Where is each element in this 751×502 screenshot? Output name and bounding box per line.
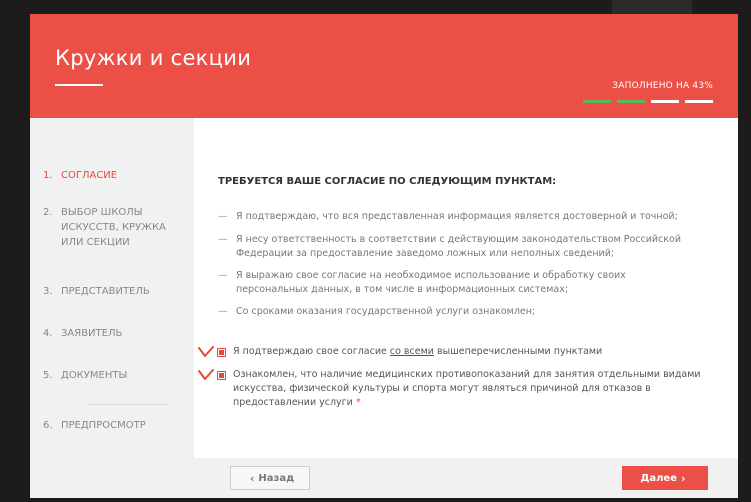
next-button-label: Далее	[640, 472, 677, 484]
step-label: ПРЕДПРОСМОТР	[61, 420, 146, 431]
step-number: 4.	[43, 328, 53, 339]
step-number: 1.	[43, 170, 53, 181]
sidebar-item-preview[interactable]: 6. ПРЕДПРОСМОТР	[43, 418, 179, 433]
consent-bullet: — Я подтверждаю, что вся представленная …	[218, 210, 696, 224]
consent-heading: ТРЕБУЕТСЯ ВАШЕ СОГЛАСИЕ ПО СЛЕДУЮЩИМ ПУН…	[218, 176, 557, 187]
step-label: ВЫБОР ШКОЛЫ ИСКУССТВ, КРУЖКА ИЛИ СЕКЦИИ	[61, 207, 166, 248]
step-label: ЗАЯВИТЕЛЬ	[61, 328, 123, 339]
consent-all-row: Я подтверждаю свое согласие со всеми выш…	[198, 345, 725, 359]
consent-bullet: — Я несу ответственность в соответствии …	[218, 233, 696, 261]
sidebar-item-school-selection[interactable]: 2. ВЫБОР ШКОЛЫ ИСКУССТВ, КРУЖКА ИЛИ СЕКЦ…	[43, 205, 179, 250]
red-checkmark-icon	[198, 346, 214, 357]
consent-all-checkbox[interactable]	[217, 348, 226, 357]
window-top-tab	[612, 0, 692, 14]
bullet-text: Я несу ответственность в соответствии с …	[236, 234, 682, 259]
progress-label: ЗАПОЛНЕНО НА 43%	[612, 81, 713, 91]
title-underline	[55, 84, 103, 86]
medical-consent-row: Ознакомлен, что наличие медицинских прот…	[198, 368, 725, 410]
step-label: СОГЛАСИЕ	[61, 170, 118, 181]
progress-segment	[651, 100, 679, 103]
checkbox-checked-icon	[219, 373, 224, 378]
step-number: 2.	[43, 207, 53, 218]
progress-bar	[583, 100, 713, 103]
next-button[interactable]: Далее ›	[622, 466, 708, 490]
checkbox-checked-icon	[219, 350, 224, 355]
required-asterisk: *	[355, 397, 361, 408]
bullet-text: Я подтверждаю, что вся представленная ин…	[236, 211, 678, 222]
dash-icon: —	[218, 211, 228, 222]
sidebar-item-consent[interactable]: 1. СОГЛАСИЕ	[43, 168, 179, 183]
back-button-label: Назад	[258, 472, 295, 484]
red-checkmark-icon	[198, 369, 214, 380]
progress-segment	[583, 100, 611, 103]
consent-all-suffix: вышеперечисленными пунктами	[433, 346, 603, 357]
step-label: ПРЕДСТАВИТЕЛЬ	[61, 286, 150, 297]
dash-icon: —	[218, 306, 228, 317]
form-footer: ‹ Назад Далее ›	[194, 458, 738, 498]
medical-consent-label: Ознакомлен, что наличие медицинских прот…	[233, 368, 725, 410]
progress-segment	[617, 100, 645, 103]
chevron-left-icon: ‹	[249, 471, 255, 485]
step-label: ДОКУМЕНТЫ	[61, 370, 128, 381]
step-number: 6.	[43, 420, 53, 431]
dash-icon: —	[218, 234, 228, 245]
step-number: 3.	[43, 286, 53, 297]
sidebar-divider	[88, 404, 168, 405]
medical-consent-text: Ознакомлен, что наличие медицинских прот…	[233, 369, 701, 408]
bullet-text: Со сроками оказания государственной услу…	[236, 306, 536, 317]
sidebar-item-representative[interactable]: 3. ПРЕДСТАВИТЕЛЬ	[43, 284, 179, 299]
steps-sidebar: 1. СОГЛАСИЕ 2. ВЫБОР ШКОЛЫ ИСКУССТВ, КРУ…	[30, 118, 194, 498]
consent-all-label: Я подтверждаю свое согласие со всеми выш…	[233, 345, 725, 359]
application-window: Кружки и секции ЗАПОЛНЕНО НА 43% 1. СОГЛ…	[30, 14, 738, 498]
dash-icon: —	[218, 270, 228, 281]
sidebar-item-applicant[interactable]: 4. ЗАЯВИТЕЛЬ	[43, 326, 179, 341]
consent-panel: ТРЕБУЕТСЯ ВАШЕ СОГЛАСИЕ ПО СЛЕДУЮЩИМ ПУН…	[194, 118, 738, 498]
progress-segment	[685, 100, 713, 103]
page-title: Кружки и секции	[55, 46, 252, 70]
consent-all-prefix: Я подтверждаю свое согласие	[233, 346, 390, 357]
chevron-right-icon: ›	[681, 471, 686, 485]
bullet-text: Я выражаю свое согласие на необходимое и…	[236, 270, 626, 295]
consent-bullet: — Со сроками оказания государственной ус…	[218, 305, 696, 319]
consent-all-link[interactable]: со всеми	[390, 346, 434, 357]
medical-consent-checkbox[interactable]	[217, 371, 226, 380]
sidebar-item-documents[interactable]: 5. ДОКУМЕНТЫ	[43, 368, 179, 383]
step-number: 5.	[43, 370, 53, 381]
page-header: Кружки и секции ЗАПОЛНЕНО НА 43%	[30, 14, 738, 118]
back-button[interactable]: ‹ Назад	[230, 466, 310, 490]
consent-bullet: — Я выражаю свое согласие на необходимое…	[218, 269, 696, 297]
